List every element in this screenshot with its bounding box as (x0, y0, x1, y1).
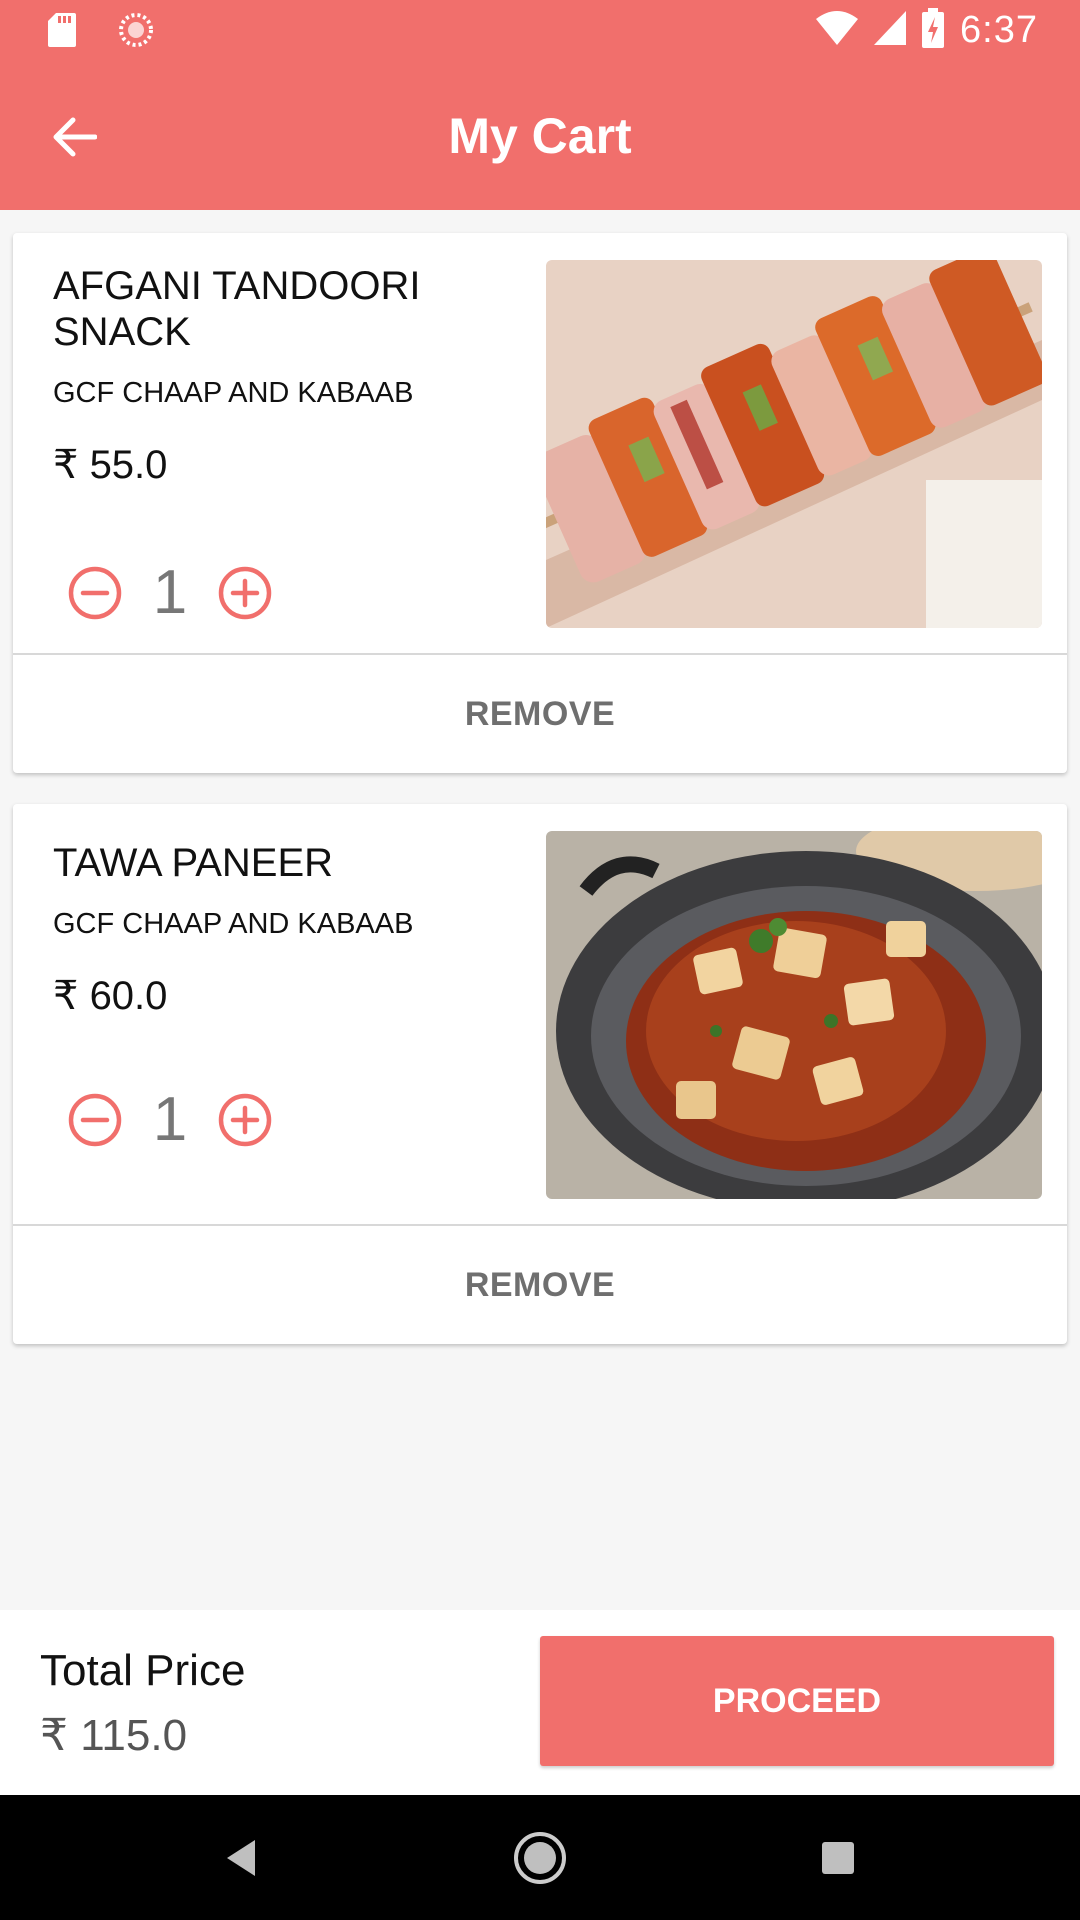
remove-button[interactable]: REMOVE (13, 655, 1067, 773)
item-price: ₹ 60.0 (53, 974, 168, 1018)
quantity-stepper: 1 (67, 1084, 273, 1155)
signal-icon (874, 11, 907, 50)
nav-home-button[interactable] (505, 1823, 575, 1893)
item-name: TAWA PANEER (53, 841, 334, 885)
sync-icon (118, 12, 154, 53)
tawa-paneer-curry-photo (546, 831, 1042, 1199)
remove-button[interactable]: REMOVE (13, 1226, 1067, 1344)
decrease-quantity-button[interactable] (67, 565, 123, 621)
battery-charging-icon (922, 8, 945, 53)
decrease-quantity-button[interactable] (67, 1092, 123, 1148)
status-bar: 6:37 (0, 0, 1080, 63)
increase-quantity-button[interactable] (217, 565, 273, 621)
plus-circle-icon (218, 1093, 272, 1146)
app-bar: My Cart (0, 63, 1080, 210)
total-price-value: ₹ 115.0 (40, 1711, 188, 1760)
square-recents-icon (822, 1842, 854, 1874)
cart-item-card: AFGANI TANDOORI SNACK GCF CHAAP AND KABA… (13, 233, 1067, 773)
nav-back-button[interactable] (206, 1823, 276, 1893)
checkout-bar: Total Price ₹ 115.0 PROCEED (0, 1610, 1080, 1795)
quantity-value: 1 (152, 1085, 188, 1154)
circle-home-icon (514, 1832, 566, 1884)
quantity-stepper: 1 (67, 557, 273, 628)
sd-card-icon (48, 13, 76, 52)
triangle-back-icon (227, 1840, 255, 1876)
paneer-tikka-skewers-photo (546, 260, 1042, 628)
item-price: ₹ 55.0 (53, 443, 168, 487)
nav-recents-button[interactable] (803, 1823, 873, 1893)
total-price-label: Total Price (40, 1646, 246, 1695)
proceed-button[interactable]: PROCEED (540, 1636, 1054, 1766)
item-vendor: GCF CHAAP AND KABAAB (53, 908, 414, 940)
quantity-value: 1 (152, 558, 188, 627)
increase-quantity-button[interactable] (217, 1092, 273, 1148)
item-vendor: GCF CHAAP AND KABAAB (53, 377, 414, 409)
status-time: 6:37 (960, 9, 1038, 51)
item-name: AFGANI TANDOORI SNACK (53, 264, 421, 354)
system-nav-bar (0, 1795, 1080, 1920)
cart-item-card: TAWA PANEER GCF CHAAP AND KABAAB ₹ 60.0 … (13, 804, 1067, 1344)
minus-circle-icon (68, 566, 122, 619)
plus-circle-icon (218, 566, 272, 619)
minus-circle-icon (68, 1093, 122, 1146)
page-title: My Cart (448, 108, 632, 164)
wifi-icon (816, 11, 859, 50)
